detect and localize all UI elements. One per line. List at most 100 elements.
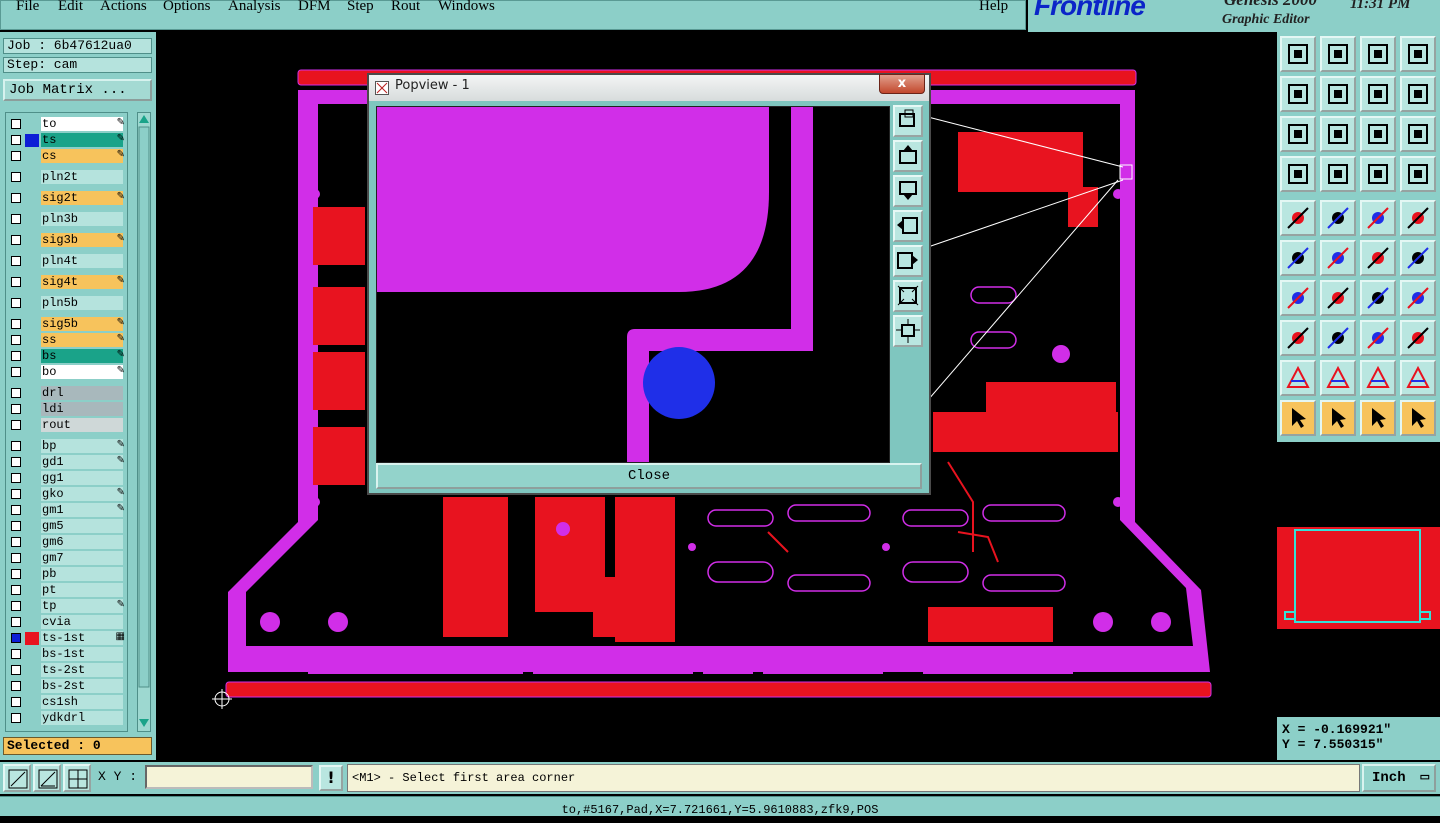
layer-color-swatch[interactable] — [25, 297, 39, 310]
layer-checkbox[interactable] — [11, 298, 21, 308]
layer-name[interactable]: bs — [41, 349, 123, 363]
close-button[interactable]: Close — [376, 463, 922, 489]
layer-color-swatch[interactable] — [25, 648, 39, 661]
popview-titlebar[interactable]: Popview - 1 x — [369, 74, 929, 101]
layer-name[interactable]: gm5 — [41, 519, 123, 533]
line-split-button[interactable] — [1320, 320, 1356, 356]
pointer-select-button[interactable] — [1280, 400, 1316, 436]
menu-actions[interactable]: Actions — [100, 0, 147, 15]
layer-name[interactable]: gm7 — [41, 551, 123, 565]
layer-checkbox[interactable] — [11, 319, 21, 329]
layer-name[interactable]: cs1sh — [41, 695, 123, 709]
layer-row-bs[interactable]: bs ✎ — [6, 349, 127, 364]
layer-row-gko[interactable]: gko ✎ — [6, 487, 127, 502]
menu-options[interactable]: Options — [163, 0, 211, 15]
menu-file[interactable]: File — [16, 0, 39, 15]
arrow-pick-button[interactable] — [1400, 240, 1436, 276]
layer-name[interactable]: sig3b — [41, 233, 123, 247]
layer-name[interactable]: to — [41, 117, 123, 131]
layer-checkbox[interactable] — [11, 335, 21, 345]
layer-name[interactable]: pln2t — [41, 170, 123, 184]
measure-tools-button[interactable] — [1280, 156, 1316, 192]
layer-row-gd1[interactable]: gd1 ✎ — [6, 455, 127, 470]
triangle-d-button[interactable] — [1400, 360, 1436, 396]
triangle-a-button[interactable] — [1280, 360, 1316, 396]
layer-color-swatch[interactable] — [25, 696, 39, 709]
layer-name[interactable]: ydkdrl — [41, 711, 123, 725]
layer-color-swatch[interactable] — [25, 255, 39, 268]
angle-mode-button[interactable] — [33, 764, 61, 792]
layer-color-swatch[interactable] — [25, 234, 39, 247]
layer-row-gm1[interactable]: gm1 ✎ — [6, 503, 127, 518]
layer-color-swatch[interactable] — [25, 712, 39, 725]
layer-row-gm6[interactable]: gm6 — [6, 535, 127, 550]
layer-color-swatch[interactable] — [25, 488, 39, 501]
pop-pan-up-button[interactable] — [893, 140, 923, 172]
mirror-button[interactable] — [1400, 280, 1436, 316]
layer-color-swatch[interactable] — [25, 536, 39, 549]
layer-row-pb[interactable]: pb — [6, 567, 127, 582]
layer-color-swatch[interactable] — [25, 472, 39, 485]
layer-checkbox[interactable] — [11, 119, 21, 129]
shape-group-button[interactable] — [1400, 320, 1436, 356]
layer-row-gm7[interactable]: gm7 — [6, 551, 127, 566]
layer-color-swatch[interactable] — [25, 192, 39, 205]
layer-checkbox[interactable] — [11, 553, 21, 563]
layer-name[interactable]: bs-1st — [41, 647, 123, 661]
pointer-box-button[interactable] — [1320, 400, 1356, 436]
layer-color-swatch[interactable] — [25, 552, 39, 565]
layer-row-bp[interactable]: bp ✎ — [6, 439, 127, 454]
pop-pan-right-button[interactable] — [893, 245, 923, 277]
layer-name[interactable]: sig5b — [41, 317, 123, 331]
layer-checkbox[interactable] — [11, 665, 21, 675]
layer-row-cs1sh[interactable]: cs1sh — [6, 695, 127, 710]
layer-checkbox[interactable] — [11, 585, 21, 595]
net-connect-button[interactable] — [1280, 240, 1316, 276]
menu-edit[interactable]: Edit — [58, 0, 83, 15]
layer-row-ydkdrl[interactable]: ydkdrl — [6, 711, 127, 726]
layer-color-swatch[interactable] — [25, 456, 39, 469]
layer-name[interactable]: pln4t — [41, 254, 123, 268]
layer-checkbox[interactable] — [11, 420, 21, 430]
layer-checkbox[interactable] — [11, 193, 21, 203]
layer-color-swatch[interactable] — [25, 366, 39, 379]
job-matrix-button[interactable]: Job Matrix ... — [3, 79, 152, 101]
layer-checkbox[interactable] — [11, 351, 21, 361]
layer-row-ss[interactable]: ss ✎ — [6, 333, 127, 348]
layer-name[interactable]: sig4t — [41, 275, 123, 289]
layer-checkbox[interactable] — [11, 151, 21, 161]
layer-row-ldi[interactable]: ldi — [6, 402, 127, 417]
layer-color-swatch[interactable] — [25, 584, 39, 597]
layer-checkbox[interactable] — [11, 505, 21, 515]
layer-color-swatch[interactable] — [25, 568, 39, 581]
layer-checkbox[interactable] — [11, 521, 21, 531]
layer-checkbox[interactable] — [11, 473, 21, 483]
zoom-fit-button[interactable] — [1400, 76, 1436, 112]
layer-color-swatch[interactable] — [25, 134, 39, 147]
layer-checkbox[interactable] — [11, 489, 21, 499]
layer-row-pln4t[interactable]: pln4t — [6, 254, 127, 269]
layer-name[interactable]: ss — [41, 333, 123, 347]
layer-color-swatch[interactable] — [25, 171, 39, 184]
layer-name[interactable]: ldi — [41, 402, 123, 416]
layer-checkbox[interactable] — [11, 404, 21, 414]
layer-name[interactable]: gd1 — [41, 455, 123, 469]
menu-windows[interactable]: Windows — [438, 0, 495, 15]
layer-name[interactable]: ts-1st — [41, 631, 123, 645]
zoom-window-button[interactable] — [1400, 36, 1436, 72]
layer-name[interactable]: gm1 — [41, 503, 123, 517]
pad-display-button[interactable] — [1400, 200, 1436, 236]
layer-row-pln2t[interactable]: pln2t — [6, 170, 127, 185]
layer-color-swatch[interactable] — [25, 387, 39, 400]
layer-checkbox[interactable] — [11, 172, 21, 182]
layer-name[interactable]: sig2t — [41, 191, 123, 205]
layer-checkbox[interactable] — [11, 537, 21, 547]
layer-name[interactable]: bo — [41, 365, 123, 379]
layer-color-swatch[interactable] — [25, 403, 39, 416]
pan-left-button[interactable] — [1280, 76, 1316, 112]
layer-color-swatch[interactable] — [25, 334, 39, 347]
layer-name[interactable]: ts — [41, 133, 123, 147]
layer-name[interactable]: bp — [41, 439, 123, 453]
layer-checkbox[interactable] — [11, 235, 21, 245]
layer-checkbox[interactable] — [11, 649, 21, 659]
